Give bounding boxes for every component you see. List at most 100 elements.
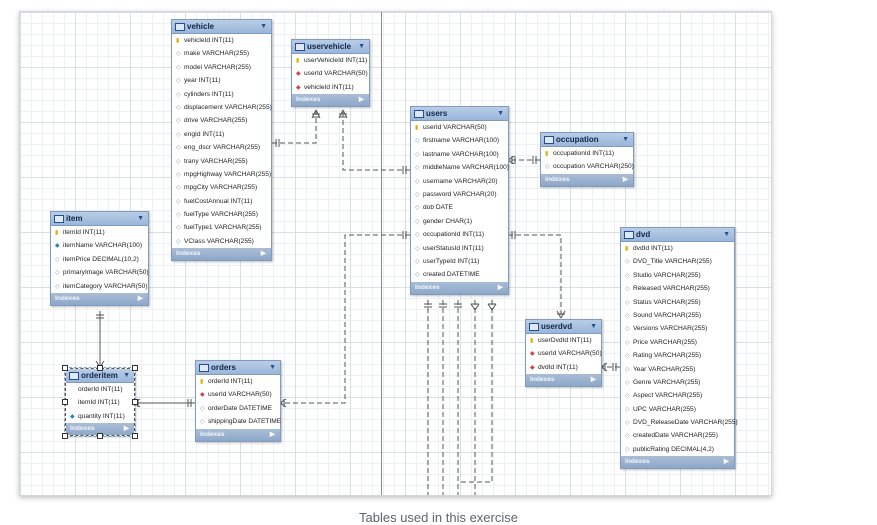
collapse-arrow-icon[interactable]: ▼ [358, 40, 365, 53]
column-row[interactable]: ◇ password VARCHAR(20) [411, 188, 508, 201]
column-row[interactable]: ◇ middleName VARCHAR(100) [411, 161, 509, 174]
expand-arrow-icon[interactable]: ▶ [724, 456, 729, 468]
collapse-arrow-icon[interactable]: ▼ [123, 369, 130, 382]
column-row[interactable]: ▮ userVehicleId INT(11) [292, 54, 369, 67]
expand-arrow-icon[interactable]: ▶ [498, 282, 503, 294]
column-row[interactable]: ◇ fuelType VARCHAR(255) [172, 208, 271, 221]
column-row[interactable]: ◇ Versions VARCHAR(255) [621, 322, 734, 335]
column-row[interactable]: ▮ itemId INT(11) [51, 226, 148, 239]
resize-handle[interactable] [132, 365, 138, 371]
table-dvd[interactable]: dvd ▼ ▮ dvdId INT(11) ◇ DVD_Title VARCHAR(25… [620, 227, 738, 470]
table-userdvd[interactable]: userdvd ▼ ▮ userDvdId INT(11) ◆ userId VARCH… [525, 319, 602, 388]
column-row[interactable]: ◇ Status VARCHAR(255) [621, 296, 734, 309]
expand-arrow-icon[interactable]: ▶ [270, 429, 275, 441]
column-row[interactable]: ◇ displacement VARCHAR(255) [172, 101, 272, 114]
collapse-arrow-icon[interactable]: ▼ [590, 320, 597, 333]
column-row[interactable]: ◇ fuelCostAnnual INT(11) [172, 195, 271, 208]
column-row[interactable]: ◇ primaryImage VARCHAR(50) [51, 266, 149, 279]
column-row[interactable]: ◇ Sound VARCHAR(255) [621, 309, 734, 322]
column-row[interactable]: ◇ createdDate VARCHAR(255) [621, 429, 734, 442]
table-uservehicle[interactable]: uservehicle ▼ ▮ userVehicleId INT(11) ◆ user… [291, 39, 370, 108]
column-row[interactable]: ◇ Price VARCHAR(255) [621, 336, 734, 349]
column-row[interactable]: ◇ model VARCHAR(255) [172, 61, 271, 74]
column-row[interactable]: ▮ userDvdId INT(11) [526, 334, 601, 347]
column-row[interactable]: ▮ vehicleId INT(11) [172, 34, 271, 47]
indexes-section[interactable]: Indexes ▶ [51, 292, 148, 305]
column-row[interactable]: ▮ dvdId INT(11) [621, 242, 734, 255]
column-row[interactable]: ◇ engId INT(11) [172, 128, 271, 141]
resize-handle[interactable] [62, 399, 68, 405]
column-row[interactable]: orderId INT(11) [66, 383, 134, 396]
column-row[interactable]: ◇ lastname VARCHAR(100) [411, 148, 508, 161]
table-dvd-header[interactable]: dvd ▼ [621, 228, 734, 242]
column-row[interactable]: ◇ fuelType1 VARCHAR(255) [172, 221, 271, 234]
column-row[interactable]: ◇ dob DATE [411, 201, 508, 214]
resize-handle[interactable] [62, 433, 68, 440]
column-row[interactable]: ▮ orderId INT(11) [196, 375, 280, 388]
column-row[interactable]: ◇ Released VARCHAR(255) [621, 282, 734, 295]
column-row[interactable]: ◇ created DATETIME [411, 268, 508, 281]
column-row[interactable]: ◇ orderDate DATETIME [196, 402, 280, 415]
table-users[interactable]: users ▼ ▮ userId VARCHAR(50) ◇ firstname VAR… [410, 106, 509, 295]
indexes-section[interactable]: Indexes ▶ [541, 173, 633, 186]
indexes-section[interactable]: Indexes ▶ [411, 281, 508, 294]
collapse-arrow-icon[interactable]: ▼ [137, 212, 144, 225]
collapse-arrow-icon[interactable]: ▼ [269, 361, 276, 374]
column-row[interactable]: ▮ occupationId INT(11) [541, 147, 633, 160]
column-row[interactable]: ◆ dvdId INT(11) [526, 361, 601, 374]
column-row[interactable]: ◇ publicRating DECIMAL(4,2) [621, 443, 734, 456]
column-row[interactable]: ◇ DVD_ReleaseDate VARCHAR(255) [621, 416, 738, 429]
column-row[interactable]: ◇ eng_dscr VARCHAR(255) [172, 141, 271, 154]
expand-arrow-icon[interactable]: ▶ [359, 94, 364, 106]
collapse-arrow-icon[interactable]: ▼ [723, 228, 730, 241]
resize-handle[interactable] [97, 365, 103, 371]
column-row[interactable]: ◇ gender CHAR(1) [411, 215, 508, 228]
column-row[interactable]: ◇ shippingDate DATETIME [196, 415, 281, 428]
column-row[interactable]: ◆ userId VARCHAR(50) [196, 388, 280, 401]
table-vehicle-header[interactable]: vehicle ▼ [172, 20, 271, 34]
collapse-arrow-icon[interactable]: ▼ [622, 133, 629, 146]
expand-arrow-icon[interactable]: ▶ [591, 374, 596, 386]
column-row[interactable]: ◇ Genre VARCHAR(255) [621, 376, 734, 389]
table-uservehicle-header[interactable]: uservehicle ▼ [292, 40, 369, 54]
table-item-header[interactable]: item ▼ [51, 212, 148, 226]
table-orderitem-header[interactable]: orderitem ▼ [66, 369, 134, 383]
indexes-section[interactable]: Indexes ▶ [172, 248, 271, 261]
column-row[interactable]: ◇ occupationId INT(11) [411, 228, 508, 241]
column-row[interactable]: ◇ UPC VARCHAR(255) [621, 403, 734, 416]
table-item[interactable]: item ▼ ▮ itemId INT(11) ◆ itemName VARCHAR(1… [50, 211, 149, 306]
column-row[interactable]: ◇ occupation VARCHAR(250) [541, 160, 634, 173]
table-orders[interactable]: orders ▼ ▮ orderId INT(11) ◆ userId VARCHAR(… [195, 360, 281, 442]
indexes-section[interactable]: Indexes ▶ [292, 94, 369, 107]
table-occupation-header[interactable]: occupation ▼ [541, 133, 633, 147]
column-row[interactable]: ◇ Studio VARCHAR(255) [621, 269, 734, 282]
table-orders-header[interactable]: orders ▼ [196, 361, 280, 375]
column-row[interactable]: ◇ userTypeId INT(11) [411, 255, 508, 268]
column-row[interactable]: ◇ year INT(11) [172, 74, 271, 87]
column-row[interactable]: ◇ itemCategory VARCHAR(50) [51, 280, 148, 293]
column-row[interactable]: ◇ make VARCHAR(255) [172, 47, 271, 60]
collapse-arrow-icon[interactable]: ▼ [497, 107, 504, 120]
resize-handle[interactable] [62, 365, 68, 371]
column-row[interactable]: ◇ username VARCHAR(20) [411, 175, 508, 188]
resize-handle[interactable] [132, 399, 138, 405]
column-row[interactable]: ◇ Aspect VARCHAR(255) [621, 389, 734, 402]
table-occupation[interactable]: occupation ▼ ▮ occupationId INT(11) ◇ occupa… [540, 132, 634, 187]
table-userdvd-header[interactable]: userdvd ▼ [526, 320, 601, 334]
column-row[interactable]: ◇ drive VARCHAR(255) [172, 114, 271, 127]
expand-arrow-icon[interactable]: ▶ [623, 174, 628, 186]
column-row[interactable]: ◇ mpgCity VARCHAR(255) [172, 181, 271, 194]
column-row[interactable]: ◇ userStatusId INT(11) [411, 242, 508, 255]
column-row[interactable]: ◇ Rating VARCHAR(255) [621, 349, 734, 362]
column-row[interactable]: ◆ userId VARCHAR(50) [292, 67, 369, 80]
indexes-section[interactable]: Indexes ▶ [196, 428, 280, 441]
expand-arrow-icon[interactable]: ▶ [124, 423, 129, 435]
resize-handle[interactable] [132, 433, 138, 440]
table-users-header[interactable]: users ▼ [411, 107, 508, 121]
column-row[interactable]: ◆ vehicleId INT(11) [292, 81, 369, 94]
table-vehicle[interactable]: vehicle ▼ ▮ vehicleId INT(11) ◇ make VARCHAR… [171, 19, 272, 262]
column-row[interactable]: ◇ cylinders INT(11) [172, 88, 271, 101]
indexes-section[interactable]: Indexes ▶ [526, 374, 601, 387]
column-row[interactable]: ◇ VClass VARCHAR(255) [172, 235, 271, 248]
column-row[interactable]: ◇ firstname VARCHAR(100) [411, 134, 508, 147]
